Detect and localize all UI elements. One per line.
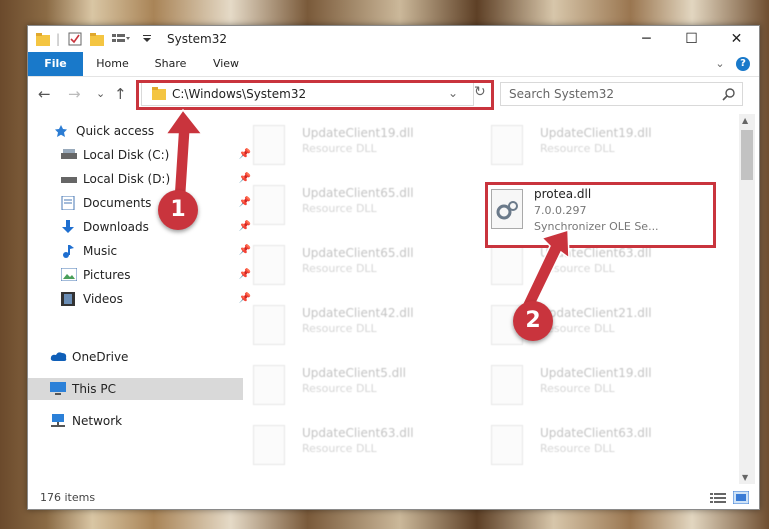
- step-badge-2: 2: [513, 301, 553, 341]
- annotation-arrows: [164, 108, 570, 311]
- arrow-2-icon: [520, 228, 570, 311]
- arrow-1-icon: [164, 108, 204, 197]
- step-badge-1: 1: [158, 190, 198, 230]
